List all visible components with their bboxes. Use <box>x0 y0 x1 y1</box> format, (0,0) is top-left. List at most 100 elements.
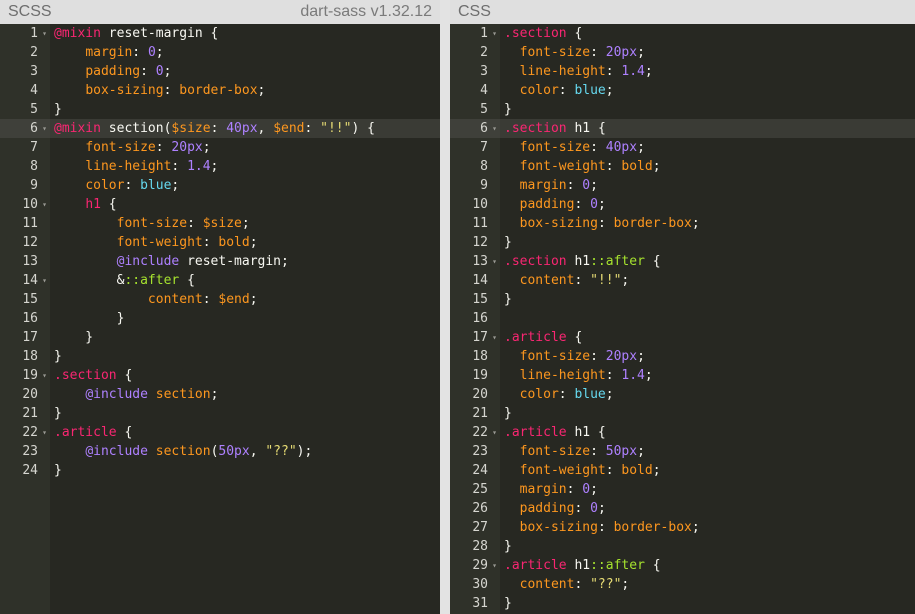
line-number: 18 <box>0 347 50 366</box>
chevron-down-icon[interactable]: ▾ <box>42 24 47 43</box>
css-code-line[interactable]: 8 font-weight: bold; <box>450 157 915 176</box>
css-code-line[interactable]: 21} <box>450 404 915 423</box>
scss-code-line[interactable]: 4 box-sizing: border-box; <box>0 81 440 100</box>
code-token: .section <box>504 254 567 269</box>
css-editor[interactable]: 1 ▾ .section {2 font-size: 20px; 3 line-hei… <box>450 24 915 614</box>
code-text: } <box>504 100 512 119</box>
scss-code-line[interactable]: 20 @include section; <box>0 385 440 404</box>
scss-code-line[interactable]: 24} <box>0 461 440 480</box>
scss-code-line[interactable]: 8 line-height: 1.4; <box>0 157 440 176</box>
scss-code-line[interactable]: 23 @include section(50px, "??"); <box>0 442 440 461</box>
css-code-line[interactable]: 17 ▾ .article { <box>450 328 915 347</box>
chevron-down-icon[interactable]: ▾ <box>492 24 497 43</box>
scss-code-line[interactable]: 21} <box>0 404 440 423</box>
chevron-down-icon[interactable]: ▾ <box>42 119 47 138</box>
css-code-line[interactable]: 23 font-size: 50px; <box>450 442 915 461</box>
code-token: ); <box>296 444 313 459</box>
line-number: 4 <box>0 81 50 100</box>
css-code-line[interactable]: 1 ▾ .section { <box>450 24 915 43</box>
scss-code-line[interactable]: 6 ▾ @mixin section($size: 40px, $end: "!!"… <box>0 119 440 138</box>
css-code-line[interactable]: 19 line-height: 1.4; <box>450 366 915 385</box>
scss-code-line[interactable]: 7 font-size: 20px; <box>0 138 440 157</box>
code-token: padding <box>519 197 575 212</box>
scss-code-line[interactable]: 10 ▾ h1 { <box>0 195 440 214</box>
css-code-line[interactable]: 13 ▾ .section h1::after { <box>450 252 915 271</box>
line-number-text: 9 <box>30 178 38 193</box>
css-code-line[interactable]: 31} <box>450 594 915 613</box>
css-code-line[interactable]: 30 content: "??"; <box>450 575 915 594</box>
css-code-line[interactable]: 5} <box>450 100 915 119</box>
css-code-line[interactable]: 10 padding: 0; <box>450 195 915 214</box>
scss-code-line[interactable]: 14 ▾ &::after { <box>0 271 440 290</box>
code-token: { <box>597 121 606 136</box>
css-code-line[interactable]: 22 ▾ .article h1 { <box>450 423 915 442</box>
scss-code-line[interactable]: 11 font-size: $size; <box>0 214 440 233</box>
scss-code-lines[interactable]: 1 ▾ @mixin reset-margin {2 margin: 0; 3 pad… <box>0 24 440 480</box>
css-code-line[interactable]: 12} <box>450 233 915 252</box>
css-code-line[interactable]: 25 margin: 0; <box>450 480 915 499</box>
code-text: } <box>54 347 62 366</box>
chevron-down-icon[interactable]: ▾ <box>42 366 47 385</box>
css-code-lines[interactable]: 1 ▾ .section {2 font-size: 20px; 3 line-hei… <box>450 24 915 613</box>
css-code-line[interactable]: 14 content: "!!"; <box>450 271 915 290</box>
css-code-line[interactable]: 7 font-size: 40px; <box>450 138 915 157</box>
chevron-down-icon[interactable]: ▾ <box>42 195 47 214</box>
css-pane-title: CSS <box>458 3 491 20</box>
code-token: { <box>116 425 133 440</box>
scss-code-line[interactable]: 19 ▾ .section { <box>0 366 440 385</box>
css-code-line[interactable]: 24 font-weight: bold; <box>450 461 915 480</box>
line-number-text: 25 <box>472 482 488 497</box>
css-code-line[interactable]: 20 color: blue; <box>450 385 915 404</box>
css-code-line[interactable]: 4 color: blue; <box>450 81 915 100</box>
css-code-line[interactable]: 26 padding: 0; <box>450 499 915 518</box>
chevron-down-icon[interactable]: ▾ <box>492 328 497 347</box>
css-code-line[interactable]: 16 <box>450 309 915 328</box>
chevron-down-icon[interactable]: ▾ <box>492 119 497 138</box>
code-token: : <box>597 216 614 231</box>
scss-code-line[interactable]: 18} <box>0 347 440 366</box>
scss-code-line[interactable]: 12 font-weight: bold; <box>0 233 440 252</box>
css-code-line[interactable]: 28} <box>450 537 915 556</box>
scss-code-line[interactable]: 9 color: blue; <box>0 176 440 195</box>
chevron-down-icon[interactable]: ▾ <box>492 252 497 271</box>
scss-code-line[interactable]: 16 } <box>0 309 440 328</box>
css-code-line[interactable]: 3 line-height: 1.4; <box>450 62 915 81</box>
scss-code-line[interactable]: 2 margin: 0; <box>0 43 440 62</box>
scss-code-line[interactable]: 3 padding: 0; <box>0 62 440 81</box>
code-text: .section h1 { <box>504 119 606 138</box>
line-number-text: 19 <box>22 368 38 383</box>
code-token: ; <box>605 387 614 402</box>
line-number: 15 <box>450 290 500 309</box>
pane-splitter[interactable] <box>440 0 450 614</box>
scss-code-line[interactable]: 17 } <box>0 328 440 347</box>
css-code-line[interactable]: 2 font-size: 20px; <box>450 43 915 62</box>
css-code-line[interactable]: 11 box-sizing: border-box; <box>450 214 915 233</box>
css-code-line[interactable]: 15} <box>450 290 915 309</box>
code-token: ; <box>590 178 598 193</box>
line-number-text: 7 <box>30 140 38 155</box>
css-code-line[interactable]: 9 margin: 0; <box>450 176 915 195</box>
css-code-line[interactable]: 27 box-sizing: border-box; <box>450 518 915 537</box>
chevron-down-icon[interactable]: ▾ <box>42 423 47 442</box>
scss-code-line[interactable]: 1 ▾ @mixin reset-margin { <box>0 24 440 43</box>
scss-code-line[interactable]: 5} <box>0 100 440 119</box>
css-code-line[interactable]: 6 ▾ .section h1 { <box>450 119 915 138</box>
css-code-line[interactable]: 29 ▾ .article h1::after { <box>450 556 915 575</box>
chevron-down-icon[interactable]: ▾ <box>492 556 497 575</box>
code-token: margin <box>519 482 567 497</box>
chevron-down-icon[interactable]: ▾ <box>42 271 47 290</box>
scss-code-line[interactable]: 15 content: $end; <box>0 290 440 309</box>
css-code-line[interactable]: 18 font-size: 20px; <box>450 347 915 366</box>
scss-code-line[interactable]: 13 @include reset-margin; <box>0 252 440 271</box>
compiler-version-label[interactable]: dart-sass v1.32.12 <box>300 0 432 24</box>
code-token: $end <box>218 292 250 307</box>
code-text: font-weight: bold; <box>54 233 258 252</box>
code-token: .article <box>504 558 567 573</box>
scss-code-line[interactable]: 22 ▾ .article { <box>0 423 440 442</box>
code-token: : <box>605 159 622 174</box>
chevron-down-icon[interactable]: ▾ <box>492 423 497 442</box>
scss-editor[interactable]: 1 ▾ @mixin reset-margin {2 margin: 0; 3 pad… <box>0 24 440 614</box>
